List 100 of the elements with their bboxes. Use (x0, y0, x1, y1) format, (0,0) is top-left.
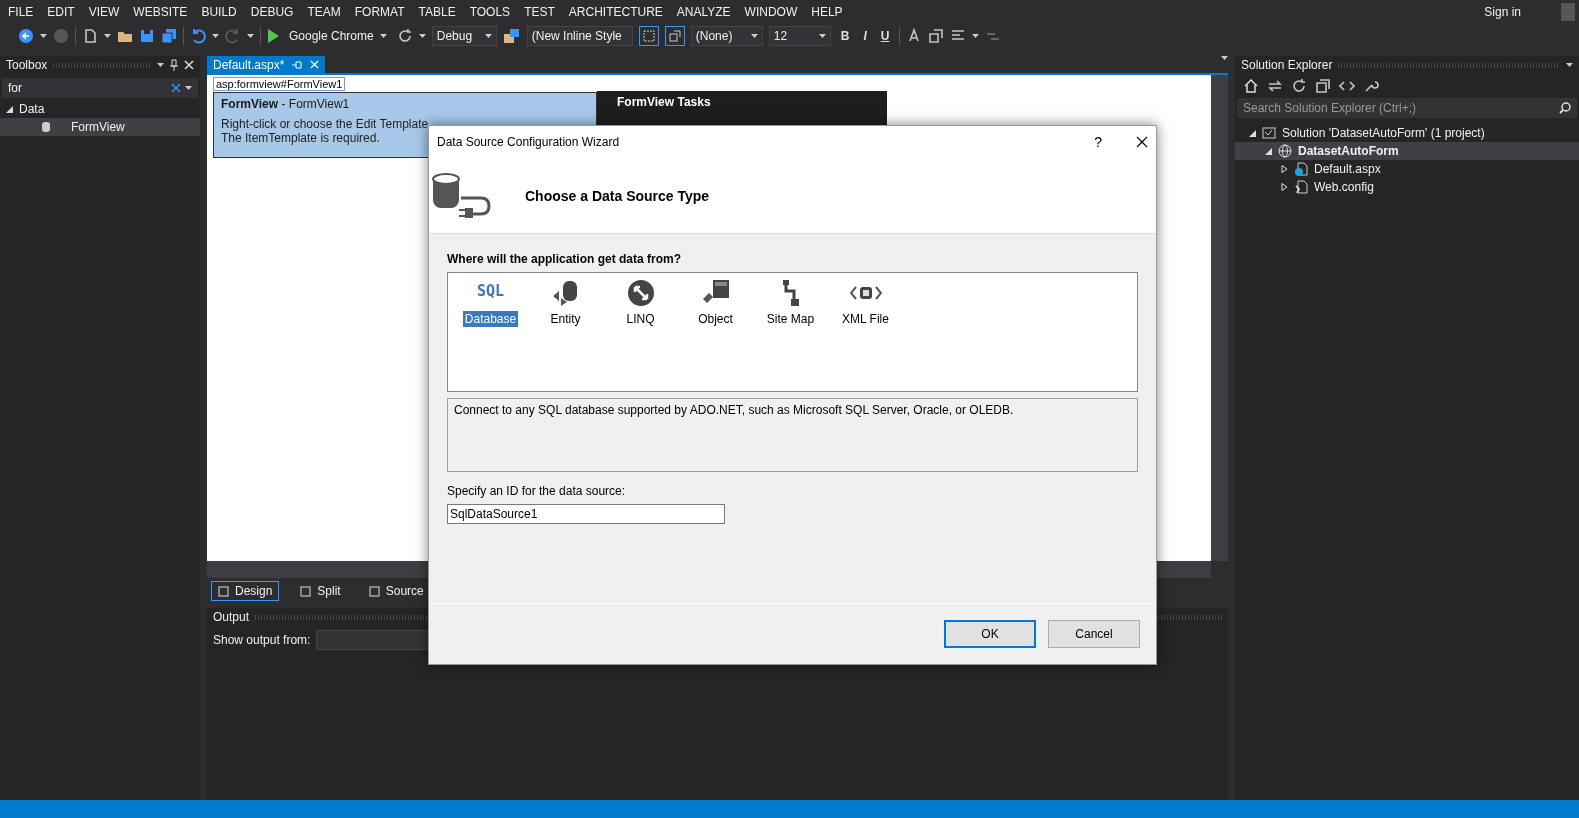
save-icon[interactable] (139, 28, 155, 44)
background-color-icon[interactable] (928, 28, 945, 44)
refresh-icon[interactable] (1291, 78, 1307, 94)
new-file-icon[interactable] (82, 28, 98, 44)
tree-item[interactable]: DatasetAutoForm (1235, 142, 1579, 160)
source-type-item[interactable]: XML File (833, 279, 898, 327)
database-icon (41, 121, 51, 133)
toolbox-search-box[interactable]: for (2, 78, 198, 98)
font-size-dropdown[interactable]: 12 (768, 26, 831, 46)
linq-icon (626, 279, 655, 307)
home-icon[interactable] (1243, 78, 1259, 94)
collapsed-arrow-icon[interactable] (1281, 165, 1288, 173)
tasks-title: FormView Tasks (617, 95, 711, 109)
view-tab[interactable]: Design (211, 581, 280, 601)
vertical-scrollbar[interactable] (1211, 75, 1228, 561)
caret-icon (40, 34, 47, 38)
format-button[interactable]: U (876, 29, 894, 43)
id-input-field[interactable]: SqlDataSource1 (447, 504, 725, 524)
save-all-icon[interactable] (161, 28, 177, 44)
caret-icon (972, 34, 980, 38)
menu-item[interactable]: TEST (520, 5, 565, 19)
menu-item[interactable]: FILE (4, 5, 44, 19)
caret-icon (212, 34, 219, 38)
view-icon (300, 585, 312, 597)
element-tag-label: asp:formview#FormView1 (213, 77, 346, 91)
view-tab[interactable]: Source (361, 581, 431, 601)
style-manager-icon[interactable] (502, 28, 521, 44)
style-dropdown[interactable]: (New Inline Style (526, 26, 633, 46)
search-icon (1559, 102, 1571, 114)
help-button[interactable]: ? (1094, 134, 1102, 150)
undo-icon[interactable] (190, 28, 206, 44)
dialog-button[interactable]: Cancel (1048, 620, 1140, 648)
panel-title: Toolbox (6, 58, 48, 72)
source-type-item[interactable]: LINQ (608, 279, 673, 327)
pin-icon[interactable] (170, 59, 178, 71)
view-icon (368, 585, 380, 597)
caret-icon (418, 34, 426, 38)
caret-icon (185, 86, 192, 90)
dialog-heading: Choose a Data Source Type (525, 187, 710, 204)
collapse-all-icon[interactable] (1315, 78, 1331, 94)
formview-message: The ItemTemplate is required. (221, 131, 380, 145)
tree-item-label: FormView (71, 120, 125, 134)
close-icon[interactable] (1136, 136, 1148, 148)
tree-item[interactable]: Solution 'DatasetAutoForm' (1 project) (1235, 124, 1579, 142)
menu-item[interactable]: WEBSITE (129, 5, 198, 19)
panel-title: Solution Explorer (1241, 58, 1333, 72)
run-target-dropdown[interactable]: Google Chrome (285, 27, 391, 45)
view-icon (218, 585, 229, 597)
dialog-button[interactable]: OK (944, 620, 1036, 648)
target-rule-dropdown[interactable]: (None) (690, 26, 763, 46)
menu-item[interactable]: TEAM (303, 5, 351, 19)
source-type-item[interactable]: Site Map (758, 279, 823, 327)
menu-item[interactable]: TOOLS (465, 5, 521, 19)
selection-icon[interactable] (638, 26, 659, 46)
sql-icon: SQL (476, 282, 505, 304)
tree-item-label: DatasetAutoForm (1298, 144, 1399, 158)
menu-item[interactable]: VIEW (84, 5, 130, 19)
tree-item[interactable]: Data (0, 100, 200, 118)
expanded-arrow-icon[interactable] (1249, 129, 1256, 137)
tree-item[interactable]: Web.config (1235, 178, 1579, 196)
expanded-arrow-icon[interactable] (1265, 147, 1272, 155)
refresh-icon[interactable] (396, 28, 413, 44)
tree-item-label: Data (19, 102, 45, 116)
menu-item[interactable]: ARCHITECTURE (564, 5, 673, 19)
menu-item[interactable]: ANALYZE (672, 5, 741, 19)
menu-item[interactable]: BUILD (197, 5, 247, 19)
play-icon[interactable] (267, 29, 279, 43)
menu-item[interactable]: TABLE (414, 5, 466, 19)
sign-in-link[interactable]: Sign in (1484, 5, 1521, 19)
menu-item[interactable]: HELP (807, 5, 853, 19)
caret-icon (379, 34, 387, 38)
menu-item[interactable]: FORMAT (350, 5, 415, 19)
tree-item[interactable]: Default.aspx (1235, 160, 1579, 178)
globe-icon (1278, 144, 1292, 158)
back-icon[interactable] (18, 28, 34, 44)
caret-icon (484, 34, 492, 38)
panel-title: Output (213, 610, 250, 624)
menu-item[interactable]: WINDOW (740, 5, 808, 19)
caret-icon (818, 34, 826, 38)
format-button[interactable]: I (859, 29, 871, 43)
tree-item[interactable]: FormView (0, 118, 200, 136)
clear-icon[interactable] (171, 83, 181, 93)
menu-item[interactable]: EDIT (43, 5, 85, 19)
resize-icon[interactable] (664, 26, 685, 46)
collapsed-arrow-icon[interactable] (1281, 183, 1288, 191)
question-label: Where will the application get data from? (447, 252, 683, 266)
source-type-item[interactable]: Object (683, 279, 748, 327)
caret-icon (247, 34, 254, 38)
description-box: Connect to any SQL database supported by ADO.NET, such as Microsoft SQL Server, Oracle, or OLEDB. (447, 398, 1138, 472)
formview-title: FormView - FormView1 (221, 97, 351, 111)
source-type-item[interactable]: SQL Database (458, 279, 523, 327)
format-button[interactable]: B (836, 29, 854, 43)
tree-item-label: Web.config (1314, 180, 1374, 194)
menu-item[interactable]: DEBUG (246, 5, 304, 19)
source-type-item[interactable]: Entity (533, 279, 598, 327)
sync-icon[interactable] (1267, 78, 1283, 94)
view-tab[interactable]: Split (293, 581, 348, 601)
show-output-label: Show output from: (213, 633, 311, 647)
expanded-arrow-icon[interactable] (6, 105, 13, 113)
configuration-dropdown[interactable]: Debug (431, 26, 497, 46)
